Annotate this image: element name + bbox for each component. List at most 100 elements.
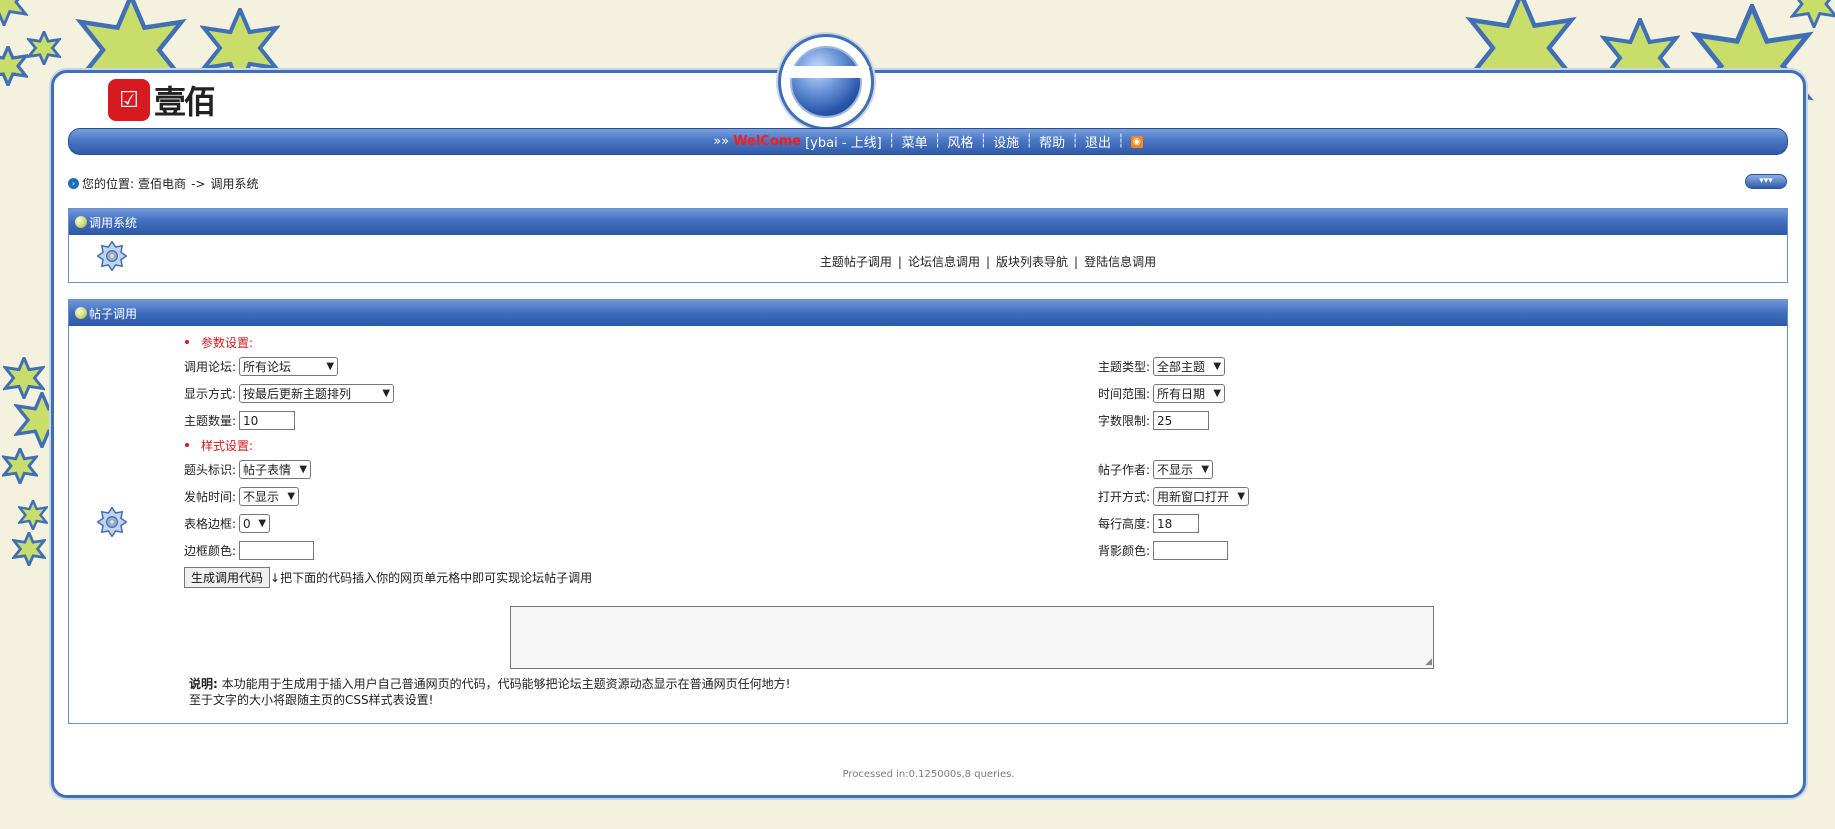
site-logo[interactable]: ☑ 壹佰 — [108, 79, 268, 121]
nav-item-logout[interactable]: 退出 — [1085, 132, 1111, 151]
table-border-select[interactable]: 0 ▼ — [239, 514, 271, 533]
border-color-input[interactable] — [239, 541, 315, 560]
decor-star-icon — [27, 31, 61, 65]
topic-type-select-value: 全部主题 — [1157, 360, 1206, 374]
border-color-label: 边框颜色: — [184, 544, 237, 558]
nav-prefix: »» — [713, 134, 730, 149]
collapse-button[interactable]: ▾▾▾ — [1745, 174, 1787, 189]
open-mode-select[interactable]: 用新窗口打开 ▼ — [1153, 487, 1250, 506]
bullet-ball-icon — [75, 307, 87, 319]
style-section-title: 样式设置: — [184, 434, 1774, 456]
usage-note: 说明: 本功能用于生成用于插入用户自己普通网页的代码，代码能够把论坛主题资源动态… — [189, 676, 790, 708]
nav-separator: ┆ — [1116, 134, 1125, 149]
nav-item-facilities[interactable]: 设施 — [993, 132, 1019, 151]
char-limit-label: 字数限制: — [1098, 414, 1151, 428]
char-limit-input[interactable]: 25 — [1153, 411, 1210, 430]
chevron-down-icon: ▼ — [1237, 491, 1246, 502]
topic-type-field: 主题类型: 全部主题 ▼ — [1098, 353, 1226, 380]
chevron-down-icon: ▼ — [326, 361, 335, 372]
decor-star-icon — [0, 46, 28, 86]
table-border-label: 表格边框: — [184, 517, 237, 531]
decor-star-icon — [1790, 0, 1835, 28]
chevron-down-icon: ▼ — [287, 491, 296, 502]
post-time-label: 发帖时间: — [184, 490, 237, 504]
decor-star-icon — [2, 448, 38, 484]
user-status-link[interactable]: [ybai - 上线] — [805, 132, 882, 151]
nav-separator: ┆ — [1025, 134, 1034, 149]
row-height-field: 每行高度: 18 — [1098, 510, 1200, 537]
post-time-select[interactable]: 不显示 ▼ — [239, 487, 300, 506]
params-section-title: 参数设置: — [184, 331, 1774, 353]
count-input[interactable]: 10 — [239, 411, 296, 430]
form-row: 显示方式: 按最后更新主题排列 ▼ 时间范围: 所有日期 ▼ — [184, 380, 1774, 407]
generated-code-textarea[interactable]: ◢ — [510, 606, 1434, 669]
display-select[interactable]: 按最后更新主题排列 ▼ — [239, 384, 395, 403]
chevron-down-icon: ▼ — [258, 518, 267, 529]
nav-item-style[interactable]: 风格 — [947, 132, 973, 151]
title-mark-field: 题头标识: 帖子表情 ▼ — [184, 456, 312, 483]
form-row: 表格边框: 0 ▼ 每行高度: 18 — [184, 510, 1774, 537]
nav-item-help[interactable]: 帮助 — [1039, 132, 1065, 151]
chevron-down-icon: ▼ — [1201, 464, 1210, 475]
rss-icon[interactable]: ◉ — [1130, 135, 1143, 148]
link-login-info-call[interactable]: 登陆信息调用 — [1084, 255, 1156, 269]
post-time-field: 发帖时间: 不显示 ▼ — [184, 483, 300, 510]
note-line-2: 至于文字的大小将跟随主页的CSS样式表设置! — [189, 693, 434, 707]
chevron-down-icon: ▼ — [1213, 388, 1222, 399]
count-label: 主题数量: — [184, 414, 237, 428]
author-select[interactable]: 不显示 ▼ — [1153, 460, 1214, 479]
table-border-field: 表格边框: 0 ▼ — [184, 510, 271, 537]
link-topic-call[interactable]: 主题帖子调用 — [820, 255, 892, 269]
bg-color-field: 背影颜色: — [1098, 537, 1229, 564]
system-panel-header: 调用系统 — [69, 209, 1787, 235]
decor-star-icon — [0, 0, 28, 26]
display-field: 显示方式: 按最后更新主题排列 ▼ — [184, 380, 395, 407]
time-range-field: 时间范围: 所有日期 ▼ — [1098, 380, 1226, 407]
link-board-list-nav[interactable]: 版块列表导航 — [996, 255, 1068, 269]
time-range-select[interactable]: 所有日期 ▼ — [1153, 384, 1226, 403]
generate-code-button[interactable]: 生成调用代码 — [184, 567, 271, 588]
forum-field: 调用论坛: 所有论坛 ▼ — [184, 353, 339, 380]
nav-separator: ┆ — [933, 134, 942, 149]
form-row: 主题数量: 10 字数限制: 25 — [184, 407, 1774, 434]
resize-grip-icon[interactable]: ◢ — [1425, 657, 1432, 667]
decor-star-icon — [18, 500, 48, 530]
gear-badge-icon — [97, 507, 127, 537]
breadcrumb-site-link[interactable]: 壹佰电商 — [138, 175, 186, 192]
link-forum-info-call[interactable]: 论坛信息调用 — [908, 255, 980, 269]
logo-mark: ☑ — [108, 79, 150, 121]
count-field: 主题数量: 10 — [184, 407, 296, 434]
row-height-input[interactable]: 18 — [1153, 514, 1200, 533]
welcome-text: WelCome — [733, 134, 802, 149]
time-range-label: 时间范围: — [1098, 387, 1151, 401]
globe-icon — [790, 46, 862, 118]
chevron-down-icon: ▼ — [1213, 361, 1222, 372]
topic-type-select[interactable]: 全部主题 ▼ — [1153, 357, 1226, 376]
title-mark-select[interactable]: 帖子表情 ▼ — [239, 460, 312, 479]
time-range-select-value: 所有日期 — [1157, 387, 1206, 401]
nav-separator: ┆ — [887, 134, 896, 149]
author-select-value: 不显示 — [1157, 463, 1194, 477]
nav-item-menu[interactable]: 菜单 — [902, 132, 928, 151]
forum-select[interactable]: 所有论坛 ▼ — [239, 357, 339, 376]
note-line-1: 本功能用于生成用于插入用户自己普通网页的代码，代码能够把论坛主题资源动态显示在普… — [221, 677, 791, 691]
breadcrumb-current[interactable]: 调用系统 — [210, 175, 258, 192]
post-call-panel-header: 帖子调用 — [69, 300, 1787, 326]
chevron-down-icon: ▼ — [382, 388, 391, 399]
bg-color-label: 背影颜色: — [1098, 544, 1151, 558]
arrow-right-icon: › — [68, 178, 79, 189]
bg-color-input[interactable] — [1153, 541, 1229, 560]
form-row: 边框颜色: 背影颜色: — [184, 537, 1774, 564]
forum-select-value: 所有论坛 — [243, 360, 292, 374]
link-separator: | — [897, 255, 902, 269]
globe-emblem — [778, 34, 874, 130]
chevron-down-icon: ▼ — [299, 464, 308, 475]
system-links: 主题帖子调用 | 论坛信息调用 | 版块列表导航 | 登陆信息调用 — [69, 253, 1787, 270]
logo-text: 壹佰 — [154, 83, 216, 121]
nav-separator: ┆ — [979, 134, 988, 149]
form-row: 发帖时间: 不显示 ▼ 打开方式: 用新窗口打开 ▼ — [184, 483, 1774, 510]
open-mode-field: 打开方式: 用新窗口打开 ▼ — [1098, 483, 1250, 510]
decor-star-icon — [12, 532, 46, 566]
open-mode-select-value: 用新窗口打开 — [1157, 490, 1230, 504]
nav-separator: ┆ — [1071, 134, 1079, 149]
